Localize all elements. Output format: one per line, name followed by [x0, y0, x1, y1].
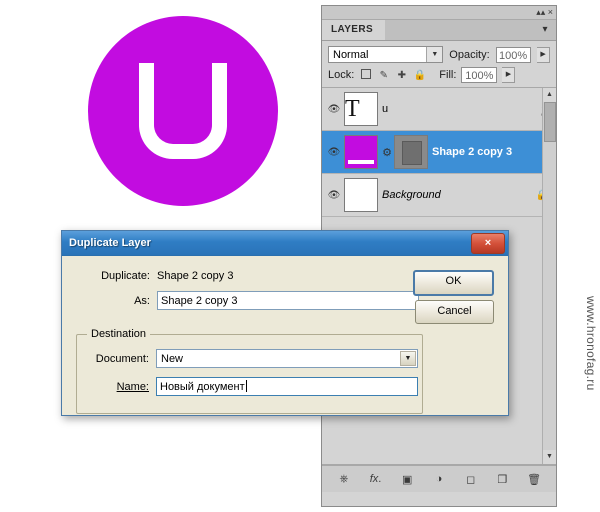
panel-tab-row: LAYERS ▾ [322, 20, 556, 41]
blend-mode-select[interactable]: Normal ▼ [328, 46, 444, 63]
scrollbar-thumb[interactable] [544, 102, 556, 142]
link-layers-icon[interactable]: ⎈ [335, 473, 353, 486]
panel-collapse-icons[interactable]: ▴▴ × [536, 6, 553, 18]
layers-scrollbar[interactable]: ▲ ▼ [542, 88, 556, 464]
chevron-down-icon[interactable]: ▼ [426, 47, 443, 62]
document-label: Document: [95, 352, 149, 365]
tab-layers[interactable]: LAYERS [322, 20, 386, 40]
duplicate-layer-dialog: Duplicate Layer × Duplicate: Shape 2 cop… [61, 230, 509, 416]
logo-letter-u [139, 63, 227, 159]
layer-thumbnail[interactable]: T [344, 92, 378, 126]
dialog-titlebar[interactable]: Duplicate Layer × [62, 231, 508, 256]
document-row: Document: New ▼ [83, 349, 422, 368]
panel-collapse-bar[interactable]: ▴▴ × [322, 6, 556, 20]
blend-mode-row: Normal ▼ Opacity: 100% ▶ [322, 41, 556, 65]
add-mask-icon[interactable]: ▣ [398, 473, 416, 486]
document-select[interactable]: New ▼ [156, 349, 418, 368]
layer-thumbnail[interactable] [344, 178, 378, 212]
lock-brush-icon[interactable]: ✎ [377, 69, 390, 82]
name-input-value: Новый документ [160, 381, 245, 393]
destination-legend: Destination [87, 328, 151, 340]
new-layer-icon[interactable]: ❐ [493, 473, 511, 486]
layer-mask-thumbnail[interactable] [394, 135, 428, 169]
destination-group: Destination Document: New ▼ Name: Новый … [76, 328, 423, 414]
fill-input[interactable]: 100% [461, 67, 498, 83]
opacity-input[interactable]: 100% [495, 46, 532, 63]
close-icon[interactable]: × [471, 233, 505, 254]
table-row[interactable]: 👁 ⚙ Shape 2 copy 3 [322, 131, 556, 174]
table-row[interactable]: 👁 Background 🔒 [322, 174, 556, 217]
layer-name-label: Shape 2 copy 3 [432, 146, 513, 158]
table-row[interactable]: 👁 T u fx [322, 88, 556, 131]
watermark-text: www.hronofag.ru [584, 296, 598, 391]
fill-stepper-icon[interactable]: ▶ [502, 67, 516, 83]
delete-layer-icon[interactable]: 🗑 [525, 473, 543, 486]
scroll-down-icon[interactable]: ▼ [543, 450, 556, 464]
layer-name-label: Background [382, 189, 441, 201]
ok-button[interactable]: OK [413, 270, 494, 296]
lock-label: Lock: [328, 69, 355, 81]
dialog-title: Duplicate Layer [69, 237, 151, 249]
text-caret [245, 380, 247, 392]
name-input[interactable]: Новый документ [156, 377, 418, 396]
lock-move-icon[interactable]: ✚ [395, 69, 408, 82]
cancel-button[interactable]: Cancel [415, 300, 494, 324]
opacity-label: Opacity: [449, 48, 490, 61]
lock-row: Lock: ✎ ✚ 🔒 Fill: 100% ▶ [322, 65, 556, 87]
eye-icon[interactable]: 👁 [324, 147, 344, 158]
lock-transparency-icon[interactable] [359, 68, 372, 82]
text-layer-icon: T [345, 96, 360, 122]
scroll-up-icon[interactable]: ▲ [543, 88, 556, 102]
layers-panel-footer: ⎈ fx. ▣ ◑ ◻ ❐ 🗑 [322, 465, 556, 492]
layer-thumbnail[interactable] [344, 135, 378, 169]
fill-label: Fill: [439, 69, 457, 81]
opacity-stepper-icon[interactable]: ▶ [537, 46, 550, 63]
chevron-down-icon[interactable]: ▼ [400, 351, 416, 366]
document-select-value: New [161, 353, 184, 365]
layer-name-label: u [382, 103, 389, 115]
dialog-body: Duplicate: Shape 2 copy 3 As: Shape 2 co… [62, 256, 508, 416]
layer-style-fx-icon[interactable]: fx. [367, 473, 385, 485]
as-input[interactable]: Shape 2 copy 3 [157, 291, 419, 310]
eye-icon[interactable]: 👁 [324, 190, 344, 201]
duplicate-label: Duplicate: [101, 270, 150, 282]
panel-menu-icon[interactable]: ▾ [539, 24, 551, 36]
name-row: Name: Новый документ [83, 377, 422, 396]
as-label: As: [134, 294, 150, 307]
blend-mode-value: Normal [333, 49, 369, 61]
eye-icon[interactable]: 👁 [324, 104, 344, 115]
link-mask-icon[interactable]: ⚙ [382, 146, 392, 159]
adjustment-layer-icon[interactable]: ◑ [430, 473, 448, 485]
name-label: Name: [116, 380, 149, 393]
new-group-icon[interactable]: ◻ [462, 473, 480, 486]
lock-all-icon[interactable]: 🔒 [413, 69, 426, 82]
uplay-logo [88, 16, 278, 206]
duplicate-value: Shape 2 copy 3 [157, 270, 234, 282]
